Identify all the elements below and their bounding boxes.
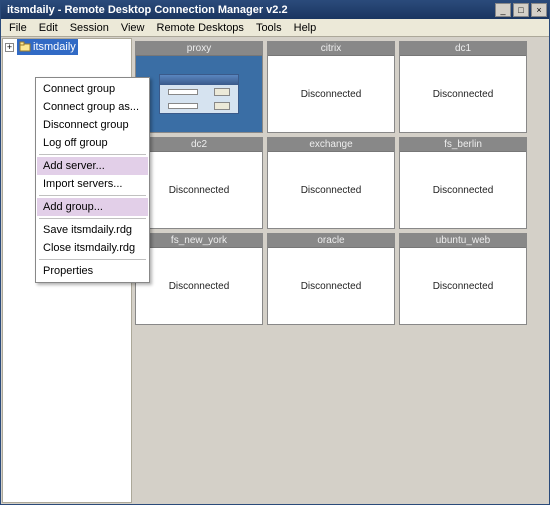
server-status-label: Disconnected <box>433 185 494 196</box>
server-thumbnail-header: fs_berlin <box>400 138 526 152</box>
menu-view[interactable]: View <box>115 20 151 36</box>
server-thumbnail-header: exchange <box>268 138 394 152</box>
cm-import-servers[interactable]: Import servers... <box>37 175 148 193</box>
server-thumbnail-header: ubuntu_web <box>400 234 526 248</box>
server-thumbnail-body: Disconnected <box>400 152 526 228</box>
menu-remote-desktops[interactable]: Remote Desktops <box>151 20 250 36</box>
server-status-label: Disconnected <box>301 185 362 196</box>
server-thumbnail[interactable]: oracle Disconnected <box>267 233 395 325</box>
cm-log-off-group[interactable]: Log off group <box>37 134 148 152</box>
minimize-button[interactable]: _ <box>495 3 511 17</box>
server-thumbnail-header: fs_new_york <box>136 234 262 248</box>
server-status-label: Disconnected <box>169 281 230 292</box>
server-thumbnail-header: dc1 <box>400 42 526 56</box>
server-thumbnail-body: Disconnected <box>268 152 394 228</box>
server-thumbnail-body: Disconnected <box>268 248 394 324</box>
server-grid: proxycitrixDisconnecteddc1Disconnecteddc… <box>135 41 547 325</box>
server-thumbnail-body: Disconnected <box>136 152 262 228</box>
cm-separator <box>39 218 146 219</box>
server-thumbnail-body: Disconnected <box>136 248 262 324</box>
window-controls: _ □ × <box>495 3 547 17</box>
server-thumbnail-body: Disconnected <box>268 56 394 132</box>
server-status-label: Disconnected <box>301 89 362 100</box>
server-thumbnail[interactable]: fs_berlin Disconnected <box>399 137 527 229</box>
server-thumbnail[interactable]: exchange Disconnected <box>267 137 395 229</box>
cm-close-rdg[interactable]: Close itsmdaily.rdg <box>37 239 148 257</box>
cm-add-server[interactable]: Add server... <box>37 157 148 175</box>
server-status-label: Disconnected <box>433 89 494 100</box>
mini-field <box>168 89 198 95</box>
server-status-label: Disconnected <box>433 281 494 292</box>
server-thumbnail[interactable]: dc2 Disconnected <box>135 137 263 229</box>
tree-root-label: itsmdaily <box>33 41 76 53</box>
server-thumbnail[interactable]: proxy <box>135 41 263 133</box>
menu-tools[interactable]: Tools <box>250 20 288 36</box>
cm-properties[interactable]: Properties <box>37 262 148 280</box>
cm-add-group[interactable]: Add group... <box>37 198 148 216</box>
context-menu: Connect group Connect group as... Discon… <box>35 77 150 283</box>
body: + itsmdaily proxy citrix Disconnected dc1 Di… <box>1 37 549 504</box>
cm-separator <box>39 154 146 155</box>
server-thumbnail-header: citrix <box>268 42 394 56</box>
cm-connect-group-as[interactable]: Connect group as... <box>37 98 148 116</box>
server-thumbnail[interactable]: fs_new_york Disconnected <box>135 233 263 325</box>
menu-edit[interactable]: Edit <box>33 20 64 36</box>
server-thumbnail[interactable]: dc1 Disconnected <box>399 41 527 133</box>
mini-field <box>168 103 198 109</box>
mini-row <box>160 99 238 113</box>
server-thumbnail-header: oracle <box>268 234 394 248</box>
menubar: File Edit Session View Remote Desktops T… <box>1 19 549 37</box>
server-thumbnail[interactable]: citrix Disconnected <box>267 41 395 133</box>
tree-root-node[interactable]: itsmdaily <box>17 39 78 55</box>
mini-row <box>160 85 238 99</box>
server-status-label: Disconnected <box>169 185 230 196</box>
app-window: itsmdaily - Remote Desktop Connection Ma… <box>0 0 550 505</box>
cm-connect-group[interactable]: Connect group <box>37 80 148 98</box>
menu-help[interactable]: Help <box>288 20 323 36</box>
tree-expander-icon[interactable]: + <box>5 43 14 52</box>
server-thumbnail[interactable]: ubuntu_web Disconnected <box>399 233 527 325</box>
content-pane: proxycitrixDisconnecteddc1Disconnecteddc… <box>133 37 549 504</box>
cm-separator <box>39 195 146 196</box>
close-button[interactable]: × <box>531 3 547 17</box>
server-thumbnail-header: proxy <box>136 42 262 56</box>
server-status-label: Disconnected <box>301 281 362 292</box>
remote-session-preview <box>159 74 239 114</box>
menu-session[interactable]: Session <box>64 20 115 36</box>
window-title: itsmdaily - Remote Desktop Connection Ma… <box>3 4 495 16</box>
mini-button <box>214 102 230 110</box>
menu-file[interactable]: File <box>3 20 33 36</box>
cm-disconnect-group[interactable]: Disconnect group <box>37 116 148 134</box>
server-thumbnail-body <box>136 56 262 132</box>
mini-button <box>214 88 230 96</box>
maximize-button[interactable]: □ <box>513 3 529 17</box>
server-thumbnail-body: Disconnected <box>400 248 526 324</box>
mini-titlebar <box>160 75 238 85</box>
titlebar: itsmdaily - Remote Desktop Connection Ma… <box>1 1 549 19</box>
server-thumbnail-body: Disconnected <box>400 56 526 132</box>
server-thumbnail-header: dc2 <box>136 138 262 152</box>
cm-separator <box>39 259 146 260</box>
group-icon <box>19 41 31 53</box>
cm-save-rdg[interactable]: Save itsmdaily.rdg <box>37 221 148 239</box>
